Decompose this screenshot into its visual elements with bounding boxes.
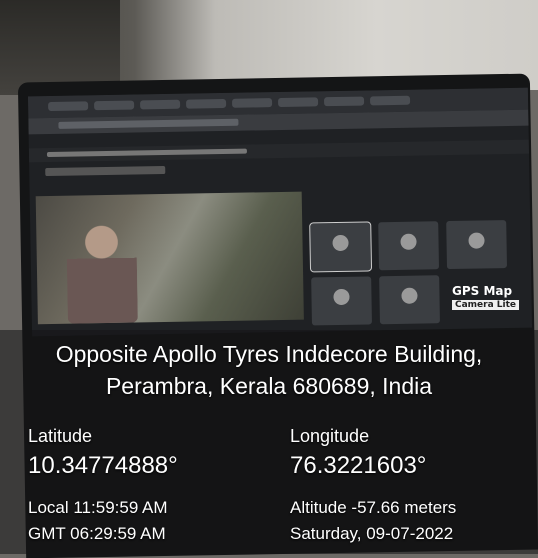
notification-text: [46, 148, 247, 158]
longitude-label: Longitude: [290, 426, 370, 446]
browser-tab: [369, 95, 411, 106]
browser-tab: [140, 99, 181, 110]
gps-badge-title: GPS Map: [452, 284, 513, 298]
browser-tab: [94, 100, 135, 111]
participant-tile: [446, 220, 508, 270]
presenter-figure: [66, 214, 138, 324]
avatar: [401, 287, 418, 304]
browser-tab: [324, 96, 365, 107]
gps-map-badge: GPS Map Camera Lite: [452, 284, 520, 310]
avatar: [332, 234, 349, 252]
latitude-label: Latitude: [28, 426, 93, 446]
participant-tile: [309, 221, 373, 273]
browser-tab: [48, 101, 89, 112]
participant-tile: [311, 276, 372, 326]
main-video-feed: [35, 191, 304, 325]
participant-tile: [378, 221, 440, 271]
avatar: [400, 233, 417, 250]
browser-tab: [278, 97, 319, 108]
gps-badge-subtitle: Camera Lite: [452, 300, 520, 310]
latitude-value: 10.34774888°: [28, 452, 178, 479]
notification-bar: [28, 139, 530, 163]
participant-tile: [379, 275, 440, 325]
browser-tab: [232, 98, 273, 108]
address-line-1: Opposite Apollo Tyres Inddecore Building…: [55, 341, 483, 367]
address-line-2: Perambra, Kerala 680689, India: [105, 373, 433, 399]
local-time: Local 11:59:59 AM: [28, 498, 168, 517]
avatar: [333, 288, 350, 306]
avatar: [468, 232, 485, 249]
url-text: [58, 118, 239, 129]
browser-tab: [186, 98, 227, 109]
longitude-value: 76.3221603°: [290, 452, 427, 479]
meeting-title: [45, 165, 166, 177]
altitude: Altitude -57.66 meters: [290, 498, 457, 517]
date: Saturday, 09-07-2022: [290, 524, 454, 543]
gmt-time: GMT 06:29:59 AM: [28, 524, 166, 543]
